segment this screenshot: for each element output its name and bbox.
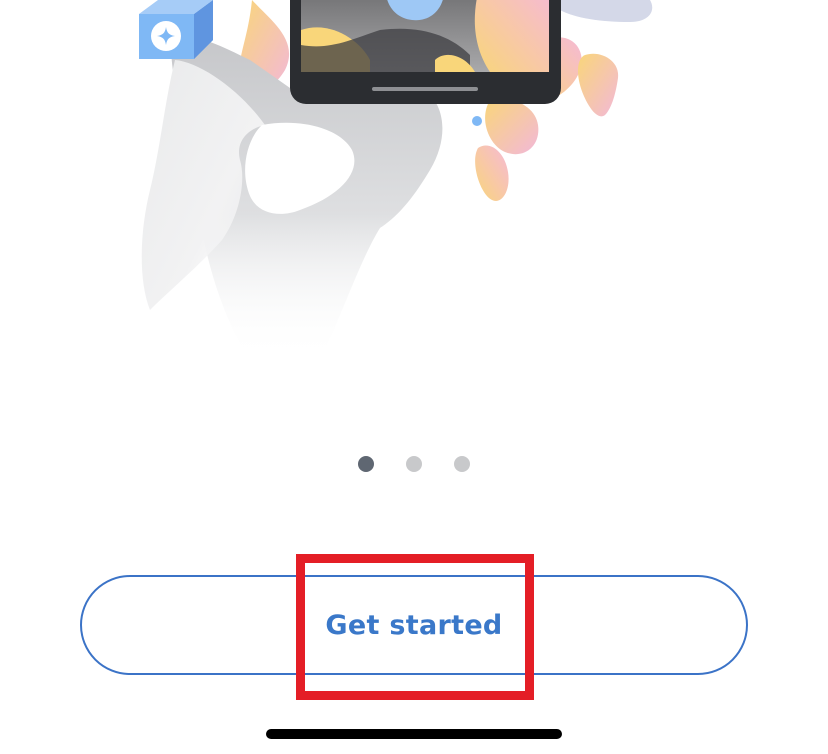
decorative-dot	[472, 116, 482, 126]
phone-home-bar	[372, 87, 478, 91]
get-started-label: Get started	[325, 609, 503, 641]
get-started-button[interactable]: Get started	[80, 575, 748, 675]
badge-cube	[139, 0, 213, 59]
page-dot[interactable]	[454, 456, 470, 472]
page-dot[interactable]	[406, 456, 422, 472]
decorative-blob	[485, 98, 539, 155]
phone-screen-blob	[474, 0, 549, 72]
page-indicator	[0, 456, 828, 472]
decorative-blob	[560, 0, 653, 22]
home-indicator[interactable]	[266, 729, 562, 739]
page-dot-active[interactable]	[358, 456, 374, 472]
decorative-blob	[577, 53, 619, 117]
onboarding-illustration	[139, 0, 653, 360]
decorative-blob	[475, 145, 509, 201]
